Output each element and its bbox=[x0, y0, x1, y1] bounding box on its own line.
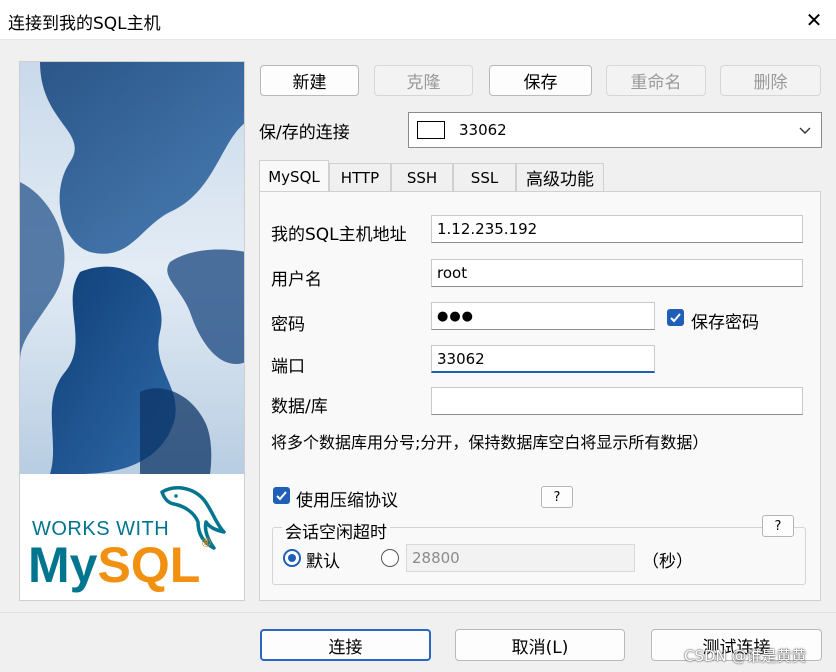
port-input[interactable]: 33062 bbox=[431, 345, 655, 373]
port-value: 33062 bbox=[437, 349, 485, 368]
clone-button[interactable]: 克隆 bbox=[374, 65, 473, 96]
tab-http-label: HTTP bbox=[340, 168, 380, 187]
puzzle-image bbox=[20, 62, 244, 474]
compression-checkbox[interactable] bbox=[273, 487, 290, 504]
mysql-logo: WORKS WITH MySQL® bbox=[20, 474, 244, 600]
mysql-wordmark: MySQL® bbox=[28, 536, 212, 594]
tab-ssl-label: SSL bbox=[470, 168, 499, 187]
new-button-label: 新建 bbox=[292, 73, 327, 93]
database-label: 数据/库 bbox=[271, 397, 328, 417]
user-value: root bbox=[437, 264, 468, 282]
cancel-button-label: 取消(L) bbox=[511, 637, 569, 658]
host-input[interactable]: 1.12.235.192 bbox=[431, 215, 803, 243]
password-input[interactable]: ●●● bbox=[431, 302, 655, 330]
user-input[interactable]: root bbox=[431, 259, 803, 287]
tab-advanced-label: 高级功能 bbox=[526, 170, 594, 190]
mysql-wordmark-sql: SQL bbox=[97, 537, 201, 593]
delete-button[interactable]: 删除 bbox=[720, 65, 821, 96]
saved-connections-dropdown[interactable]: 33062 bbox=[408, 112, 822, 148]
idle-timeout-label: 会话空闲超时 bbox=[282, 518, 390, 543]
saved-connections-label: 保/存的连接 bbox=[259, 123, 350, 143]
user-label: 用户名 bbox=[271, 270, 322, 290]
connect-button-label: 连接 bbox=[328, 637, 363, 658]
rename-button[interactable]: 重命名 bbox=[606, 65, 706, 96]
watermark: CSDN @谁是黄黄 bbox=[684, 647, 807, 665]
rename-button-label: 重命名 bbox=[630, 73, 682, 93]
help-icon: ? bbox=[553, 489, 561, 505]
delete-button-label: 删除 bbox=[753, 73, 788, 93]
tab-ssh[interactable]: SSH bbox=[391, 163, 453, 191]
compression-label: 使用压缩协议 bbox=[296, 491, 398, 511]
database-input[interactable] bbox=[431, 387, 803, 415]
host-value: 1.12.235.192 bbox=[437, 220, 538, 238]
save-button[interactable]: 保存 bbox=[489, 65, 592, 96]
tab-mysql[interactable]: MySQL bbox=[259, 160, 329, 192]
new-button[interactable]: 新建 bbox=[260, 65, 359, 96]
custom-timeout-radio[interactable] bbox=[381, 549, 399, 567]
seconds-label: （秒） bbox=[642, 552, 693, 572]
registered-mark: ® bbox=[200, 536, 213, 550]
tab-advanced[interactable]: 高级功能 bbox=[516, 163, 604, 191]
tab-http[interactable]: HTTP bbox=[329, 163, 391, 191]
host-label: 我的SQL主机地址 bbox=[271, 225, 407, 245]
chevron-down-icon bbox=[799, 127, 811, 134]
close-button[interactable]: ✕ bbox=[792, 0, 836, 40]
password-label: 密码 bbox=[271, 315, 305, 335]
cancel-button[interactable]: 取消(L) bbox=[455, 629, 625, 661]
close-icon: ✕ bbox=[805, 8, 823, 32]
save-password-checkbox[interactable] bbox=[667, 309, 684, 326]
mysql-wordmark-my: My bbox=[28, 537, 98, 593]
idle-timeout-help-button[interactable]: ? bbox=[762, 515, 794, 537]
compression-help-button[interactable]: ? bbox=[541, 486, 573, 508]
password-value: ●●● bbox=[437, 308, 475, 324]
works-with-mysql-banner: WORKS WITH MySQL® bbox=[19, 61, 245, 601]
default-timeout-radio[interactable] bbox=[283, 549, 301, 567]
database-hint: 将多个数据库用分号;分开，保持数据库空白将显示所有数据） bbox=[271, 433, 709, 452]
tab-ssl[interactable]: SSL bbox=[453, 163, 516, 191]
connect-button[interactable]: 连接 bbox=[260, 629, 431, 661]
help-icon: ? bbox=[774, 518, 782, 534]
title-bar: 连接到我的SQL主机 ✕ bbox=[0, 0, 836, 40]
checkmark-icon bbox=[670, 313, 681, 323]
footer-separator bbox=[0, 612, 836, 613]
saved-connections-value: 33062 bbox=[459, 121, 507, 139]
tab-ssh-label: SSH bbox=[406, 168, 438, 187]
save-password-label: 保存密码 bbox=[691, 313, 759, 333]
window-title: 连接到我的SQL主机 bbox=[8, 14, 161, 34]
clone-button-label: 克隆 bbox=[406, 73, 441, 93]
timeout-seconds-value: 28800 bbox=[412, 549, 460, 567]
save-button-label: 保存 bbox=[523, 73, 558, 93]
tab-mysql-label: MySQL bbox=[268, 167, 320, 186]
checkmark-icon bbox=[276, 491, 287, 501]
default-timeout-label: 默认 bbox=[306, 552, 340, 572]
timeout-seconds-input[interactable]: 28800 bbox=[406, 544, 635, 572]
connection-color-swatch bbox=[417, 121, 445, 139]
port-label: 端口 bbox=[271, 357, 305, 377]
